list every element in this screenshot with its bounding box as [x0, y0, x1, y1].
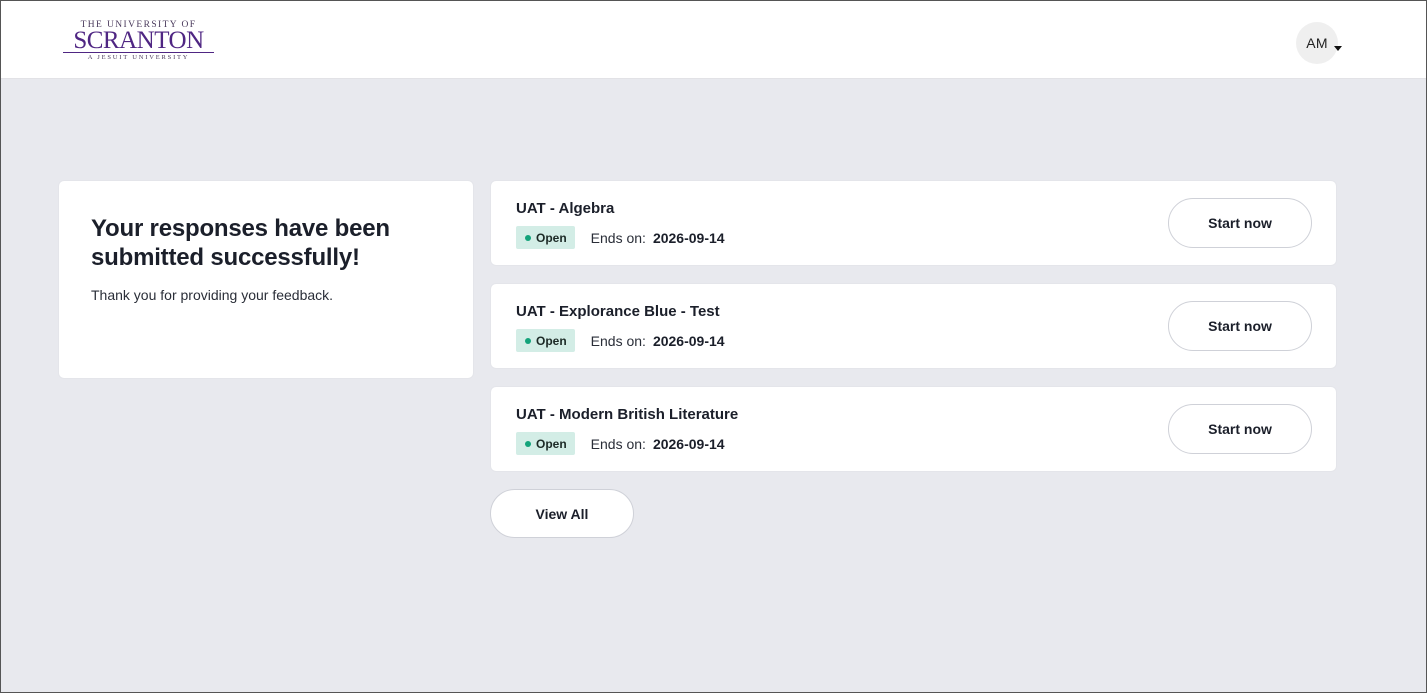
logo-line-3: A JESUIT UNIVERSITY	[87, 54, 190, 61]
top-header: THE UNIVERSITY OF SCRANTON A JESUIT UNIV…	[1, 1, 1426, 79]
start-now-button[interactable]: Start now	[1168, 301, 1312, 351]
ends-on-label: Ends on:	[590, 435, 646, 452]
user-menu[interactable]: AM	[1296, 22, 1342, 64]
status-badge: Open	[516, 329, 575, 352]
ends-on-date: 2026-09-14	[652, 229, 725, 246]
survey-status-row: Open Ends on: 2026-09-14	[516, 226, 725, 249]
start-now-button[interactable]: Start now	[1168, 404, 1312, 454]
caret-down-icon[interactable]	[1334, 46, 1342, 51]
ends-on-date: 2026-09-14	[652, 332, 725, 349]
status-badge: Open	[516, 226, 575, 249]
view-all-button[interactable]: View All	[490, 489, 634, 538]
survey-title: UAT - Modern British Literature	[516, 406, 739, 423]
start-now-button[interactable]: Start now	[1168, 198, 1312, 248]
ends-on-label: Ends on:	[590, 332, 646, 349]
status-badge-label: Open	[536, 230, 567, 245]
university-logo[interactable]: THE UNIVERSITY OF SCRANTON A JESUIT UNIV…	[61, 20, 216, 64]
logo-line-2: SCRANTON	[63, 28, 214, 53]
status-dot-icon	[525, 337, 531, 344]
avatar-initials: AM	[1306, 35, 1328, 51]
survey-card: UAT - Modern British Literature Open End…	[490, 386, 1337, 472]
survey-status-row: Open Ends on: 2026-09-14	[516, 329, 725, 352]
success-title: Your responses have been submitted succe…	[91, 215, 390, 271]
survey-card: UAT - Algebra Open Ends on: 2026-09-14 S…	[490, 180, 1337, 266]
avatar[interactable]: AM	[1296, 22, 1338, 64]
survey-card: UAT - Explorance Blue - Test Open Ends o…	[490, 283, 1337, 369]
ends-on-date: 2026-09-14	[652, 435, 725, 452]
survey-title: UAT - Explorance Blue - Test	[516, 303, 720, 320]
app-frame: THE UNIVERSITY OF SCRANTON A JESUIT UNIV…	[0, 0, 1427, 693]
success-card: Your responses have been submitted succe…	[58, 180, 474, 379]
ends-on-label: Ends on:	[590, 229, 646, 246]
status-badge-label: Open	[536, 436, 567, 451]
survey-title: UAT - Algebra	[516, 200, 615, 217]
status-dot-icon	[525, 440, 531, 447]
survey-status-row: Open Ends on: 2026-09-14	[516, 432, 725, 455]
status-badge: Open	[516, 432, 575, 455]
status-dot-icon	[525, 234, 531, 241]
status-badge-label: Open	[536, 333, 567, 348]
success-message: Thank you for providing your feedback.	[91, 287, 334, 303]
